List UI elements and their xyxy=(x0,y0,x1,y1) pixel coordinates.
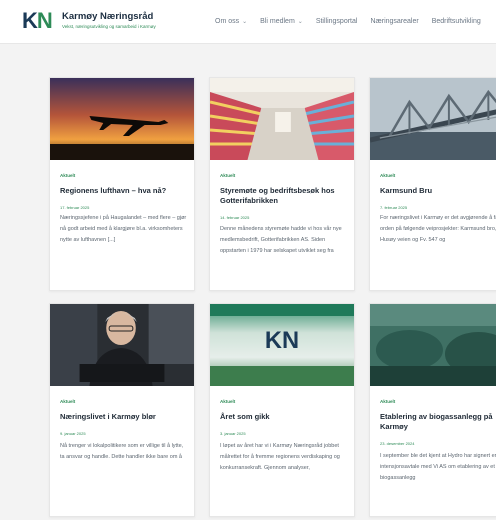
post-title[interactable]: Året som gikk xyxy=(220,412,348,422)
post-card[interactable]: Aktuelt Næringslivet i Karmøy blør 9. ja… xyxy=(49,303,195,517)
nav-item-label: Om oss xyxy=(215,17,240,25)
post-excerpt: I løpet av året har vi i Karmøy Næringsr… xyxy=(220,443,340,471)
nav-item-label: Bedriftsutvikling xyxy=(431,17,481,25)
brand-name[interactable]: Karmøy Næringsråd xyxy=(62,11,153,22)
chevron-down-icon: ⌄ xyxy=(242,18,248,25)
kn-logo-text: KN xyxy=(265,327,299,354)
post-image-biogas-tanks[interactable] xyxy=(370,304,496,386)
post-excerpt: Nå trenger vi lokalpolitikere som er vil… xyxy=(60,443,184,460)
post-category[interactable]: Aktuelt xyxy=(380,399,395,404)
post-image-man-at-desk[interactable] xyxy=(50,304,194,386)
post-card[interactable]: Aktuelt Karmsund Bru 7. februar 2025 For… xyxy=(369,77,496,291)
logo-letter-k: K xyxy=(22,8,38,33)
main-nav: Om oss ⌄ Bli medlem ⌄ Stillingsportal Næ… xyxy=(215,15,481,27)
post-title[interactable]: Regionens lufthavn – hva nå? xyxy=(60,186,188,196)
post-category[interactable]: Aktuelt xyxy=(60,173,75,178)
nav-item-bli-medlem[interactable]: Bli medlem ⌄ xyxy=(260,15,303,27)
post-date: 14. februar 2025 xyxy=(220,215,250,220)
post-date: 17. februar 2025 xyxy=(60,205,90,210)
post-category[interactable]: Aktuelt xyxy=(220,173,235,178)
post-date: 9. januar 2025 xyxy=(60,431,86,436)
post-title[interactable]: Karmsund Bru xyxy=(380,186,496,196)
post-title[interactable]: Næringslivet i Karmøy blør xyxy=(60,412,188,422)
chevron-down-icon: ⌄ xyxy=(297,18,303,25)
post-category[interactable]: Aktuelt xyxy=(220,399,235,404)
site-header: KN Karmøy Næringsråd Vekst, næringsutvik… xyxy=(0,0,496,44)
post-excerpt: I september ble det kjent at Hydro har s… xyxy=(380,453,496,481)
nav-item-bedriftsutvikling[interactable]: Bedriftsutvikling xyxy=(432,15,481,27)
site-logo[interactable]: KN xyxy=(22,8,53,33)
nav-item-label: Bli medlem xyxy=(260,17,295,25)
post-image-kn-logo[interactable]: KN xyxy=(210,304,354,386)
post-excerpt: Næringssjefene i på Haugalandet – med fl… xyxy=(60,215,187,243)
nav-item-om-oss[interactable]: Om oss ⌄ xyxy=(215,15,247,27)
post-excerpt: Denne månedens styremøte hadde vi hos vå… xyxy=(220,226,342,254)
post-card[interactable]: Aktuelt Styremøte og bedriftsbesøk hos G… xyxy=(209,77,355,291)
nav-item-stillingsportal[interactable]: Stillingsportal xyxy=(316,15,358,27)
nav-item-naeringsarealer[interactable]: Næringsarealer xyxy=(370,15,418,27)
post-image-bridge[interactable] xyxy=(370,78,496,160)
post-title[interactable]: Etablering av biogassanlegg på Karmøy xyxy=(380,412,496,432)
brand-tagline: Vekst, næringsutvikling og samarbeid i K… xyxy=(62,24,156,29)
post-date: 23. desember 2024 xyxy=(380,441,415,446)
post-category[interactable]: Aktuelt xyxy=(380,173,395,178)
post-date: 7. februar 2025 xyxy=(380,205,408,210)
post-card[interactable]: Aktuelt Regionens lufthavn – hva nå? 17.… xyxy=(49,77,195,291)
nav-item-label: Næringsarealer xyxy=(370,17,419,25)
logo-letter-n: N xyxy=(36,8,53,33)
post-category[interactable]: Aktuelt xyxy=(60,399,75,404)
nav-item-label: Stillingsportal xyxy=(315,17,358,25)
post-card[interactable]: Aktuelt Etablering av biogassanlegg på K… xyxy=(369,303,496,517)
post-image-sunset-airplane[interactable] xyxy=(50,78,194,160)
post-card[interactable]: KN Aktuelt Året som gikk 3. januar 2025 … xyxy=(209,303,355,517)
post-title[interactable]: Styremøte og bedriftsbesøk hos Gotterifa… xyxy=(220,186,348,206)
post-date: 3. januar 2025 xyxy=(220,431,246,436)
post-excerpt: For næringslivet i Karmøy er det avgjøre… xyxy=(380,215,496,243)
post-image-candy-store[interactable] xyxy=(210,78,354,160)
